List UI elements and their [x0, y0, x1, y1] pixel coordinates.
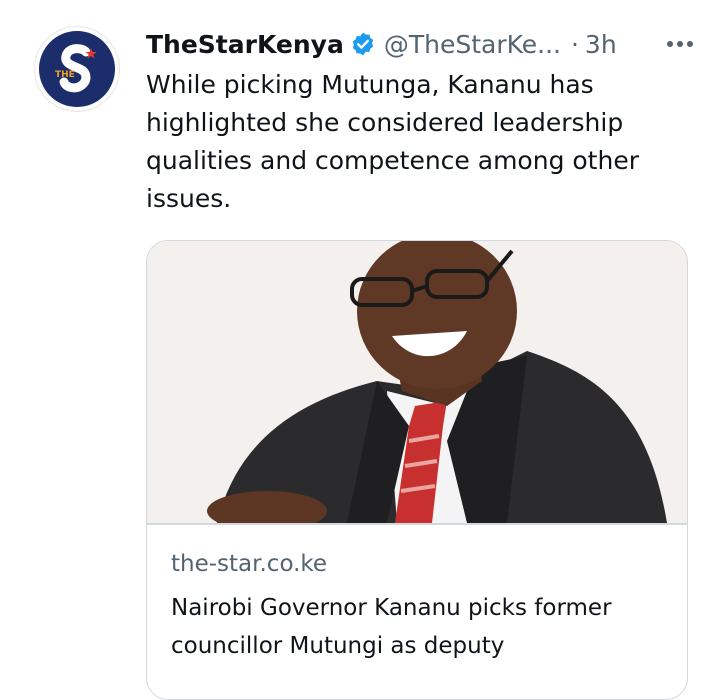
svg-text:THE: THE [55, 70, 75, 80]
author-handle[interactable]: @TheStarKe... [384, 30, 561, 59]
link-card-image[interactable] [147, 241, 687, 523]
avatar[interactable]: THE [34, 26, 120, 112]
verified-badge-icon [350, 31, 376, 57]
tweet[interactable]: THE TheStarKenya @TheStarKe... · 3h Whil… [0, 0, 720, 700]
tweet-header: TheStarKenya @TheStarKe... · 3h [146, 26, 700, 62]
card-divider [147, 523, 687, 525]
the-star-logo-icon: THE [39, 31, 115, 107]
link-title[interactable]: Nairobi Governor Kananu picks former cou… [171, 589, 671, 665]
author-name[interactable]: TheStarKenya [146, 30, 344, 59]
link-domain[interactable]: the-star.co.ke [171, 551, 327, 577]
timestamp[interactable]: 3h [585, 30, 617, 59]
separator-dot: · [570, 29, 579, 59]
link-card[interactable]: the-star.co.ke Nairobi Governor Kananu p… [146, 240, 688, 700]
tweet-text: While picking Mutunga, Kananu has highli… [146, 70, 639, 213]
more-options-icon[interactable] [660, 26, 700, 62]
